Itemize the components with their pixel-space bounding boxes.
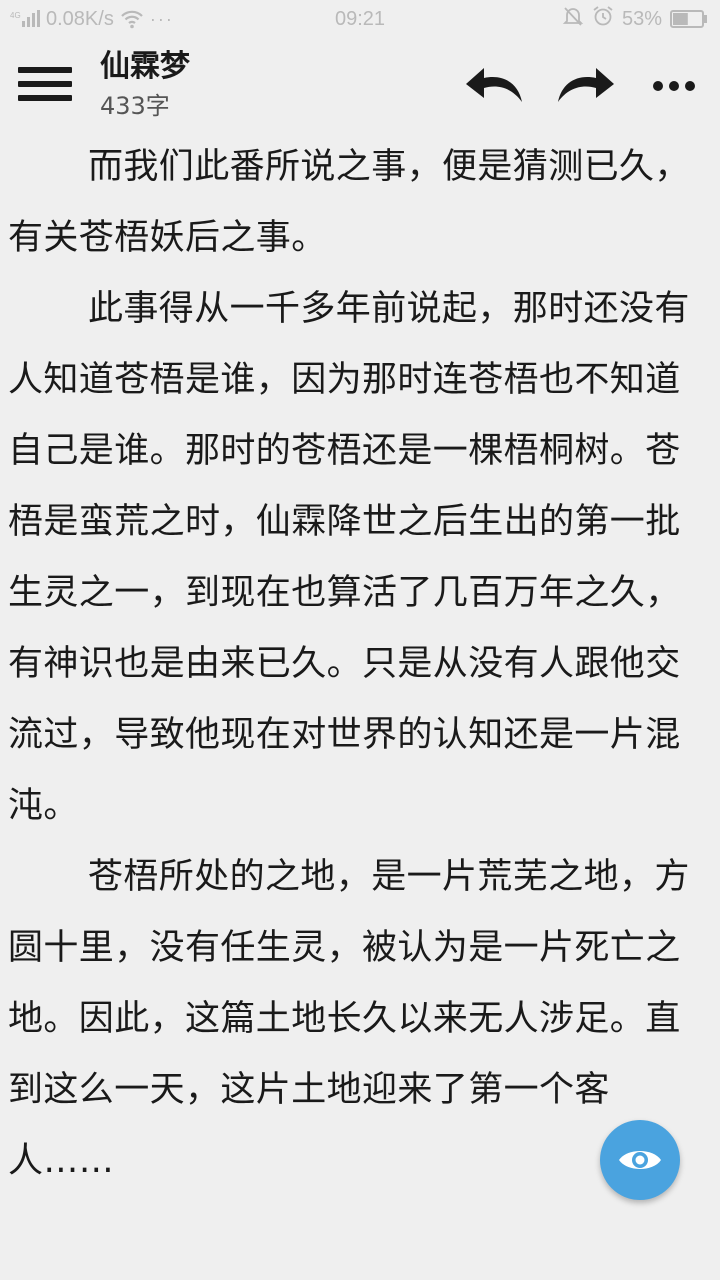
battery-icon [670,10,708,28]
toolbar: 仙霖梦 433字 [0,38,720,130]
text-content[interactable]: 而我们此番所说之事，便是猜测已久，有关苍梧妖后之事。 此事得从一千多年前说起，那… [8,132,698,1197]
preview-button[interactable] [600,1120,680,1200]
paragraph: 此事得从一千多年前说起，那时还没有人知道苍梧是谁，因为那时连苍梧也不知道自己是谁… [8,289,690,826]
more-icon [653,81,695,91]
battery-percent: 53% [621,7,662,30]
undo-icon [466,68,522,102]
paragraph: 苍梧所处的之地，是一片荒芜之地，方圆十里，没有任生灵，被认为是一片死亡之地。因此… [8,857,690,1181]
word-count: 433字 [100,92,170,120]
paragraph: 而我们此番所说之事，便是猜测已久，有关苍梧妖后之事。 [8,147,690,258]
undo-button[interactable] [462,60,528,110]
eye-icon [619,1151,661,1169]
page-title: 仙霖梦 [100,49,190,84]
more-button[interactable] [648,60,700,110]
title-block: 仙霖梦 433字 [100,48,190,122]
menu-button[interactable] [16,62,74,106]
redo-button[interactable] [552,60,618,110]
redo-icon [558,68,614,102]
status-right: 53% [562,6,708,32]
status-bar: 4G 0.08K/s ··· 09:21 53% [0,0,720,38]
mute-icon [562,5,584,33]
alarm-icon [592,5,614,33]
